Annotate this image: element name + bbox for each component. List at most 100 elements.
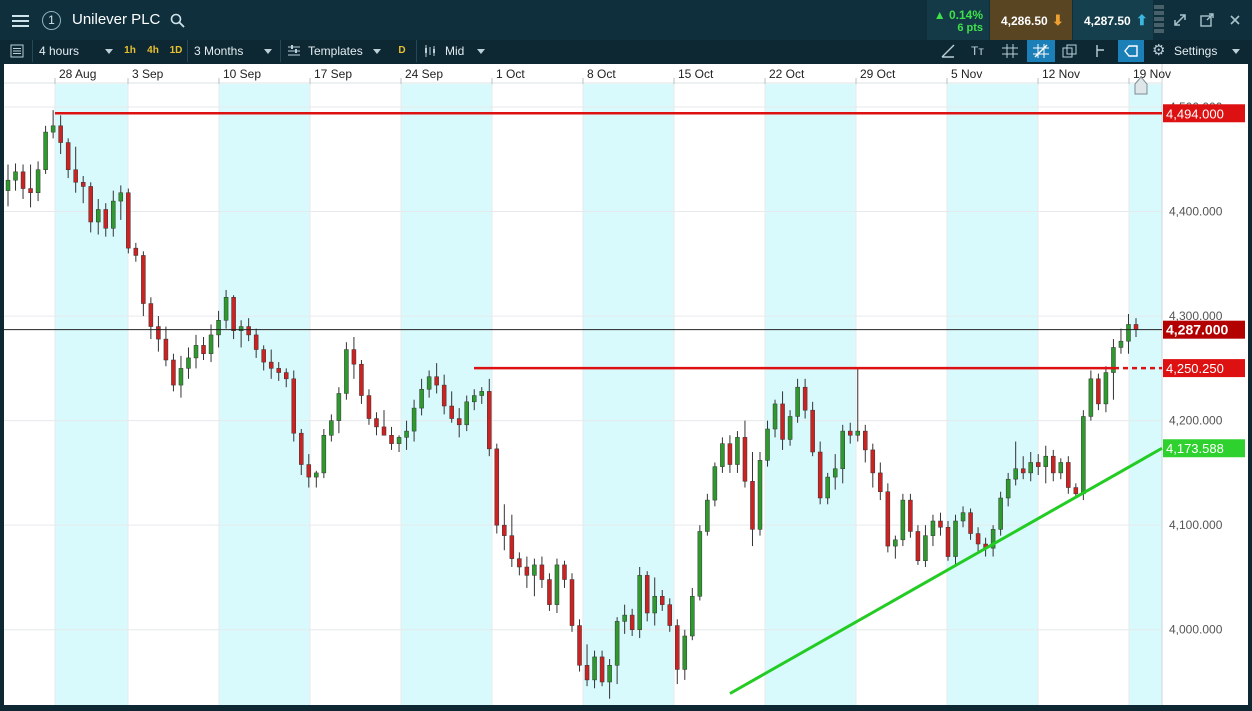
candle	[1103, 366, 1109, 413]
search-icon[interactable]	[170, 13, 185, 28]
candle-body	[614, 621, 620, 666]
range-dropdown[interactable]: 3 Months	[187, 40, 278, 62]
candle-body	[1005, 478, 1011, 499]
price-chart[interactable]: 28 Aug 3 Sep 10 Sep 17 Sep 24 Sep 1 Oct 8 Oct 1…	[4, 64, 1248, 705]
popout-icon[interactable]	[1199, 12, 1215, 28]
interval-dropdown[interactable]: 4 hours	[32, 40, 119, 62]
candle	[908, 493, 913, 538]
candle-body	[1028, 462, 1033, 474]
candle	[690, 587, 695, 641]
templates-dropdown[interactable]: Templates	[280, 40, 387, 62]
candle-body	[50, 125, 56, 133]
text-tool-icon[interactable]: Tт	[971, 40, 991, 62]
candle	[374, 412, 379, 436]
candle-body	[817, 451, 823, 499]
candle-body	[1118, 340, 1124, 348]
layout-number-badge[interactable]: 1	[42, 11, 61, 30]
candle-body	[464, 401, 469, 426]
date-tick-label: 1 Oct	[496, 67, 525, 81]
candle	[351, 337, 357, 379]
candle-body	[426, 376, 432, 390]
date-tick-label: 22 Oct	[769, 67, 805, 81]
candle-body	[1051, 455, 1056, 474]
candle-body	[148, 303, 154, 327]
candle-body	[569, 579, 575, 626]
candle	[998, 491, 1003, 536]
volume-indicator-icon	[1154, 5, 1166, 37]
candle-body	[893, 539, 898, 547]
candle-body	[291, 378, 297, 434]
grid-icon[interactable]	[1002, 44, 1018, 58]
close-icon[interactable]	[1227, 12, 1243, 28]
candle-body	[622, 614, 627, 622]
candle-body	[193, 345, 199, 359]
candle	[863, 424, 868, 463]
candle	[682, 629, 688, 680]
indicator-icon[interactable]	[1092, 44, 1108, 58]
candle-body	[757, 460, 763, 530]
instrument-title[interactable]: Unilever PLC	[72, 11, 160, 28]
candle-body	[847, 430, 853, 436]
candle-body	[1066, 462, 1071, 488]
candle-body	[344, 349, 349, 394]
candle	[133, 242, 139, 262]
price-type-dropdown[interactable]: Mid	[416, 40, 491, 62]
copy-icon[interactable]	[1062, 44, 1078, 58]
candle-body	[449, 405, 454, 419]
candle-body	[133, 247, 139, 256]
candle-body	[321, 435, 327, 474]
candle-body	[1058, 462, 1064, 474]
alert-button[interactable]	[1118, 40, 1144, 62]
week-band	[765, 84, 856, 705]
line-tool-icon[interactable]	[940, 44, 956, 58]
candle	[291, 370, 297, 442]
candle	[757, 452, 763, 536]
date-tick-label: 19 Nov	[1133, 67, 1171, 81]
candle-body	[975, 533, 981, 545]
templates-icon	[288, 45, 300, 56]
expand-icon[interactable]	[1172, 12, 1188, 28]
price-tick-label: 4,000.000	[1169, 623, 1223, 637]
candle	[509, 514, 515, 567]
crosshair-grid-button[interactable]	[1027, 40, 1055, 62]
candle-body	[945, 527, 951, 557]
candle-body	[171, 359, 176, 386]
candle-body	[434, 376, 439, 386]
candle-body	[419, 389, 424, 409]
candle-body	[524, 566, 530, 576]
candle	[43, 125, 48, 174]
candle	[171, 353, 176, 392]
buy-button[interactable]: 4,287.50 ⬆	[1073, 0, 1153, 40]
candle	[35, 161, 41, 202]
list-icon[interactable]	[10, 44, 24, 58]
timeframe-4h-button[interactable]: 4h	[143, 40, 163, 62]
candle-body	[208, 334, 214, 354]
title-bar: 1 Unilever PLC ▲ 0.14% 6 pts 4,286.50 ⬇ …	[0, 0, 1252, 41]
menu-icon[interactable]	[6, 8, 34, 34]
candle-body	[509, 535, 515, 559]
candle-body	[411, 407, 417, 432]
gear-icon: ⚙	[1152, 42, 1166, 59]
price-tick-label: 4,100.000	[1169, 518, 1223, 532]
candle-body	[479, 391, 485, 396]
candle-body	[359, 363, 364, 396]
sell-price: 4,286.50	[1001, 14, 1048, 28]
sell-arrow-icon: ⬇	[1052, 12, 1064, 28]
d-button[interactable]: D	[394, 40, 410, 62]
candle-body	[73, 169, 78, 183]
candle	[1111, 339, 1116, 400]
timeframe-1d-button[interactable]: 1D	[166, 40, 186, 62]
resistance-upper-tag-text: 4,494.000	[1166, 106, 1224, 121]
candle-body	[456, 418, 462, 426]
candle-body	[727, 443, 733, 465]
candle-body	[502, 524, 507, 536]
candle-body	[1020, 468, 1026, 474]
sell-button[interactable]: 4,286.50 ⬇	[990, 0, 1072, 40]
candle-body	[840, 430, 845, 469]
candle-body	[1126, 324, 1131, 342]
timeframe-1h-button[interactable]: 1h	[120, 40, 140, 62]
settings-dropdown[interactable]: ⚙ Settings	[1150, 40, 1246, 62]
candle-body	[735, 437, 740, 465]
candle-body	[374, 418, 379, 428]
candle-body	[885, 491, 891, 547]
